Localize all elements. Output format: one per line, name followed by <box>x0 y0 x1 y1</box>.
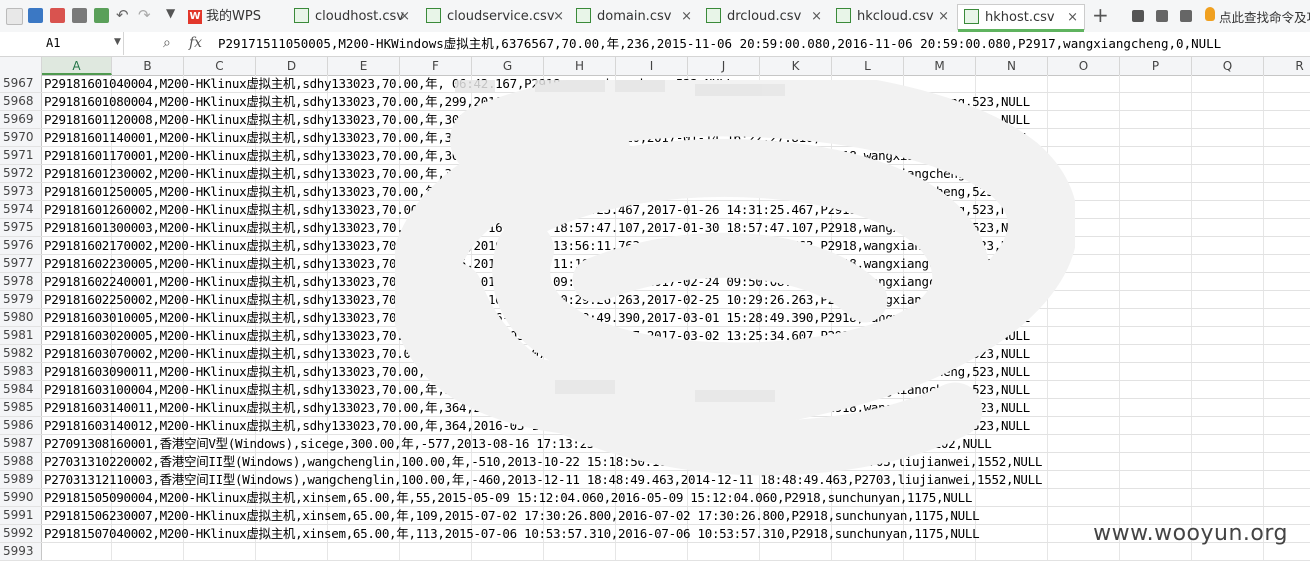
tab-domain[interactable]: domain.csv × <box>570 4 698 30</box>
tab-label: 我的WPS <box>206 9 261 24</box>
row-number[interactable]: 5986 <box>0 417 42 434</box>
tab-hkhost[interactable]: hkhost.csv × <box>957 4 1085 32</box>
app-menu-icon[interactable] <box>6 8 23 25</box>
row-number[interactable]: 5978 <box>0 273 42 290</box>
column-header-f[interactable]: F <box>400 57 472 75</box>
column-header-p[interactable]: P <box>1120 57 1192 75</box>
cell-a[interactable]: P29181507040002,M200-HKlinux虚拟主机,xinsem,… <box>44 525 980 542</box>
row-number[interactable]: 5968 <box>0 93 42 110</box>
cell-a[interactable]: P29181506230007,M200-HKlinux虚拟主机,xinsem,… <box>44 507 980 524</box>
column-header-d[interactable]: D <box>256 57 328 75</box>
row-number[interactable]: 5975 <box>0 219 42 236</box>
column-header-q[interactable]: Q <box>1192 57 1264 75</box>
redaction-mask <box>395 80 1075 476</box>
chevron-down-icon[interactable]: ▼ <box>166 6 175 20</box>
undo-icon[interactable]: ↶ <box>116 6 129 24</box>
csv-file-icon <box>964 9 979 24</box>
name-box-dropdown-icon[interactable]: ▼ <box>114 37 121 47</box>
formula-input[interactable]: P29171511050005,M200-HKWindows虚拟主机,63765… <box>218 32 1221 55</box>
row-number[interactable]: 5971 <box>0 147 42 164</box>
row-number[interactable]: 5970 <box>0 129 42 146</box>
title-tab-bar: ↶ ↷ ▼ W 我的WPS cloudhost.csv × cloudservice… <box>0 0 1310 33</box>
column-header-k[interactable]: K <box>760 57 832 75</box>
column-header-l[interactable]: L <box>832 57 904 75</box>
name-box[interactable]: A1 <box>0 32 124 55</box>
column-header-c[interactable]: C <box>184 57 256 75</box>
csv-file-icon <box>294 8 309 23</box>
row-number[interactable]: 5988 <box>0 453 42 470</box>
tab-cloudhost[interactable]: cloudhost.csv × <box>288 4 416 30</box>
csv-file-icon <box>426 8 441 23</box>
column-header-b[interactable]: B <box>112 57 184 75</box>
tab-label: cloudhost.csv <box>315 9 405 24</box>
csv-file-icon <box>576 8 591 23</box>
document-icon[interactable] <box>1156 10 1168 22</box>
row-number[interactable]: 5993 <box>0 543 42 560</box>
row-number[interactable]: 5981 <box>0 327 42 344</box>
tab-wps-home[interactable]: W 我的WPS <box>188 4 278 30</box>
zoom-icon[interactable]: ⌕ <box>163 35 171 51</box>
tab-label: domain.csv <box>597 9 672 24</box>
close-icon[interactable]: × <box>553 4 564 30</box>
close-icon[interactable]: × <box>938 4 949 30</box>
row-number[interactable]: 5984 <box>0 381 42 398</box>
row-number[interactable]: 5987 <box>0 435 42 452</box>
row-number[interactable]: 5969 <box>0 111 42 128</box>
new-tab-button[interactable]: + <box>1092 3 1109 27</box>
watermark-text: www.wooyun.org <box>1093 521 1288 546</box>
row-number[interactable]: 5974 <box>0 201 42 218</box>
close-icon[interactable]: × <box>399 4 410 30</box>
row-number[interactable]: 5990 <box>0 489 42 506</box>
tab-label: hkcloud.csv <box>857 9 934 24</box>
row-number[interactable]: 5989 <box>0 471 42 488</box>
column-header-n[interactable]: N <box>976 57 1048 75</box>
column-header-o[interactable]: O <box>1048 57 1120 75</box>
row-number[interactable]: 5983 <box>0 363 42 380</box>
lightbulb-icon <box>1205 7 1215 21</box>
tab-label: cloudservice.csv <box>447 9 555 24</box>
window-icon[interactable] <box>1132 10 1144 22</box>
csv-file-icon <box>836 8 851 23</box>
share-icon[interactable] <box>1180 10 1192 22</box>
row-number[interactable]: 5977 <box>0 255 42 272</box>
column-header-bar: ABCDEFGHIJKLMNOPQR <box>0 57 1310 76</box>
row-number[interactable]: 5980 <box>0 309 42 326</box>
row-number[interactable]: 5972 <box>0 165 42 182</box>
save-icon[interactable] <box>28 8 43 23</box>
row-number[interactable]: 5982 <box>0 345 42 362</box>
column-header-r[interactable]: R <box>1264 57 1310 75</box>
tab-label: hkhost.csv <box>985 10 1055 25</box>
tab-label: drcloud.csv <box>727 9 802 24</box>
fx-icon[interactable]: fx <box>189 35 202 51</box>
column-header-a[interactable]: A <box>42 57 112 75</box>
row-number[interactable]: 5973 <box>0 183 42 200</box>
print-preview-icon[interactable] <box>94 8 109 23</box>
close-icon[interactable]: × <box>811 4 822 30</box>
column-header-i[interactable]: I <box>616 57 688 75</box>
row-number[interactable]: 5992 <box>0 525 42 542</box>
formula-bar: A1 ▼ ⌕ fx P29171511050005,M200-HKWindows… <box>0 32 1310 57</box>
print-icon[interactable] <box>72 8 87 23</box>
column-header-m[interactable]: M <box>904 57 976 75</box>
column-header-g[interactable]: G <box>472 57 544 75</box>
row-number[interactable]: 5985 <box>0 399 42 416</box>
row-number[interactable]: 5976 <box>0 237 42 254</box>
column-header-e[interactable]: E <box>328 57 400 75</box>
command-search[interactable]: 点此查找命令及功 <box>1219 7 1310 26</box>
csv-file-icon <box>706 8 721 23</box>
tab-hkcloud[interactable]: hkcloud.csv × <box>830 4 955 30</box>
tab-cloudservice[interactable]: cloudservice.csv × <box>420 4 570 30</box>
row-number[interactable]: 5979 <box>0 291 42 308</box>
redo-icon[interactable]: ↷ <box>138 6 151 24</box>
column-header-h[interactable]: H <box>544 57 616 75</box>
row-number[interactable]: 5967 <box>0 75 42 92</box>
row-number[interactable]: 5991 <box>0 507 42 524</box>
tab-drcloud[interactable]: drcloud.csv × <box>700 4 828 30</box>
wps-logo-icon: W <box>188 9 202 24</box>
column-header-j[interactable]: J <box>688 57 760 75</box>
close-icon[interactable]: × <box>681 4 692 30</box>
close-icon[interactable]: × <box>1067 5 1078 31</box>
select-all-corner[interactable] <box>0 57 42 75</box>
export-pdf-icon[interactable] <box>50 8 65 23</box>
